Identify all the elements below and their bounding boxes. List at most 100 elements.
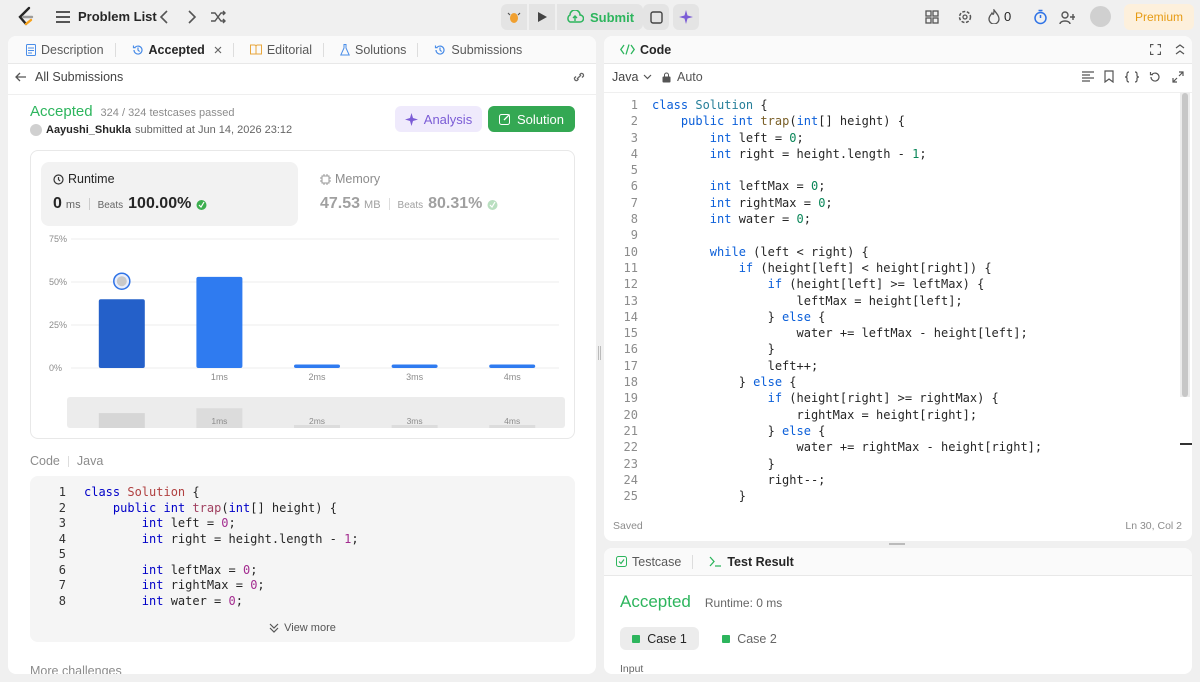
divider	[67, 455, 69, 467]
code-line[interactable]: int right = height.length - 1;	[652, 146, 1042, 162]
run-button[interactable]	[529, 4, 555, 30]
horizontal-splitter[interactable]	[889, 543, 905, 545]
next-problem-icon[interactable]	[184, 9, 200, 25]
line-number: 3	[630, 130, 638, 145]
code-line[interactable]: }	[652, 341, 1042, 357]
expand-icon[interactable]	[1172, 71, 1184, 83]
chart-bar[interactable]	[489, 364, 536, 368]
braces-icon[interactable]	[1125, 71, 1139, 83]
x-tick-label: 3ms	[406, 372, 424, 382]
username[interactable]: Aayushi_Shukla	[46, 124, 131, 136]
memory-header: Memory	[320, 172, 380, 186]
layout-grid-icon[interactable]	[924, 9, 940, 25]
timer-icon[interactable]	[1032, 9, 1048, 25]
code-line[interactable]: left++;	[652, 358, 1042, 374]
runtime-box[interactable]: Runtime 0 ms Beats 100.00%	[41, 162, 298, 226]
code-line[interactable]: int water = 0;	[652, 211, 1042, 227]
bug-icon	[507, 10, 521, 24]
case-2-tab[interactable]: Case 2	[710, 627, 789, 650]
leetcode-logo-icon[interactable]	[16, 6, 36, 28]
memory-box[interactable]: Memory 47.53 MB Beats 80.31%	[320, 162, 565, 226]
language-select[interactable]: Java	[612, 70, 652, 84]
notes-button[interactable]	[643, 4, 669, 30]
gear-icon[interactable]	[957, 9, 973, 25]
code-line[interactable]: class Solution {	[652, 97, 1042, 113]
tab-testcase-label: Testcase	[632, 554, 682, 569]
user-avatar[interactable]	[30, 124, 42, 136]
code-line[interactable]	[652, 162, 1042, 178]
code-line[interactable]: int rightMax = 0;	[652, 195, 1042, 211]
tab-description[interactable]: Description	[18, 36, 124, 64]
case-2-label: Case 2	[737, 631, 777, 646]
view-more-button[interactable]: View more	[30, 614, 575, 642]
code-line[interactable]: } else {	[652, 309, 1042, 325]
tab-solutions[interactable]: Solutions	[332, 36, 426, 64]
chart-bar[interactable]	[294, 364, 340, 368]
shuffle-icon[interactable]	[210, 9, 226, 25]
chart-bar[interactable]	[98, 299, 145, 368]
analysis-button[interactable]: Analysis	[395, 106, 482, 132]
line-number: 19	[623, 391, 638, 406]
link-icon[interactable]	[572, 71, 586, 83]
avatar[interactable]	[1090, 6, 1111, 27]
code-line[interactable]: }	[652, 456, 1042, 472]
code-line[interactable]: if (height[right] >= rightMax) {	[652, 390, 1042, 406]
panel-splitter[interactable]	[598, 346, 601, 360]
testcases-passed: 324 / 324 testcases passed	[100, 107, 235, 119]
code-text: int leftMax = 0;	[141, 562, 258, 577]
code-line[interactable]: }	[652, 488, 1042, 504]
solution-button[interactable]: Solution	[488, 106, 575, 132]
runtime-beats-label: Beats	[97, 200, 124, 211]
code-editor[interactable]: class Solution { public int trap(int[] h…	[652, 97, 1042, 504]
streak-counter[interactable]: 0	[988, 9, 1011, 24]
debug-button[interactable]	[501, 4, 527, 30]
problem-list-button[interactable]: Problem List	[56, 9, 157, 24]
code-line[interactable]: int left = 0;	[652, 130, 1042, 146]
code-line[interactable]: public int trap(int[] height) {	[652, 113, 1042, 129]
chart-bar[interactable]	[196, 276, 243, 368]
premium-button[interactable]: Premium	[1124, 4, 1194, 30]
memory-beats-label: Beats	[397, 200, 424, 211]
code-line[interactable]: if (height[left] >= leftMax) {	[652, 276, 1042, 292]
tab-test-result[interactable]: Test Result	[701, 548, 801, 576]
back-to-submissions[interactable]: All Submissions	[15, 70, 123, 84]
tab-accepted[interactable]: Accepted	[124, 36, 242, 64]
code-preview-lang: Java	[76, 454, 104, 468]
reset-icon[interactable]	[1149, 71, 1161, 83]
submit-button[interactable]: Submit	[557, 4, 643, 30]
add-friend-icon[interactable]	[1059, 9, 1075, 25]
tab-editorial[interactable]: Editorial	[242, 36, 332, 64]
ai-assist-button[interactable]	[673, 4, 699, 30]
close-icon[interactable]	[214, 46, 222, 54]
scroll-marker	[1180, 443, 1192, 445]
runtime-header: Runtime	[53, 172, 115, 186]
bookmark-icon[interactable]	[1104, 70, 1114, 83]
tab-code[interactable]: Code	[612, 36, 679, 64]
auto-mode[interactable]: Auto	[662, 70, 703, 84]
code-line[interactable]: } else {	[652, 374, 1042, 390]
prev-problem-icon[interactable]	[156, 9, 172, 25]
arrow-left-icon	[15, 72, 27, 82]
brush-tick-label: 4ms	[504, 416, 520, 426]
code-line[interactable]: rightMax = height[right];	[652, 407, 1042, 423]
code-line[interactable]: water += rightMax - height[right];	[652, 439, 1042, 455]
format-icon[interactable]	[1082, 71, 1094, 82]
fullscreen-icon[interactable]	[1150, 44, 1161, 55]
code-line[interactable]: int leftMax = 0;	[652, 178, 1042, 194]
chart-bar[interactable]	[391, 364, 438, 368]
case-1-tab[interactable]: Case 1	[620, 627, 699, 650]
code-line[interactable]: water += leftMax - height[left];	[652, 325, 1042, 341]
analysis-label: Analysis	[423, 111, 473, 127]
tab-editorial-label: Editorial	[266, 42, 312, 57]
code-line[interactable]: while (left < right) {	[652, 244, 1042, 260]
scrollbar-thumb[interactable]	[1182, 93, 1188, 397]
code-line[interactable]: } else {	[652, 423, 1042, 439]
tab-testcase[interactable]: Testcase	[608, 548, 701, 576]
code-line[interactable]: if (height[left] < height[right]) {	[652, 260, 1042, 276]
stats-card: Runtime 0 ms Beats 100.00% Memory 47.53 …	[30, 150, 575, 439]
chevron-up-icon[interactable]	[1175, 44, 1185, 55]
code-line[interactable]: right--;	[652, 472, 1042, 488]
tab-submissions[interactable]: Submissions	[426, 36, 530, 64]
code-line[interactable]	[652, 227, 1042, 243]
code-line[interactable]: leftMax = height[left];	[652, 293, 1042, 309]
